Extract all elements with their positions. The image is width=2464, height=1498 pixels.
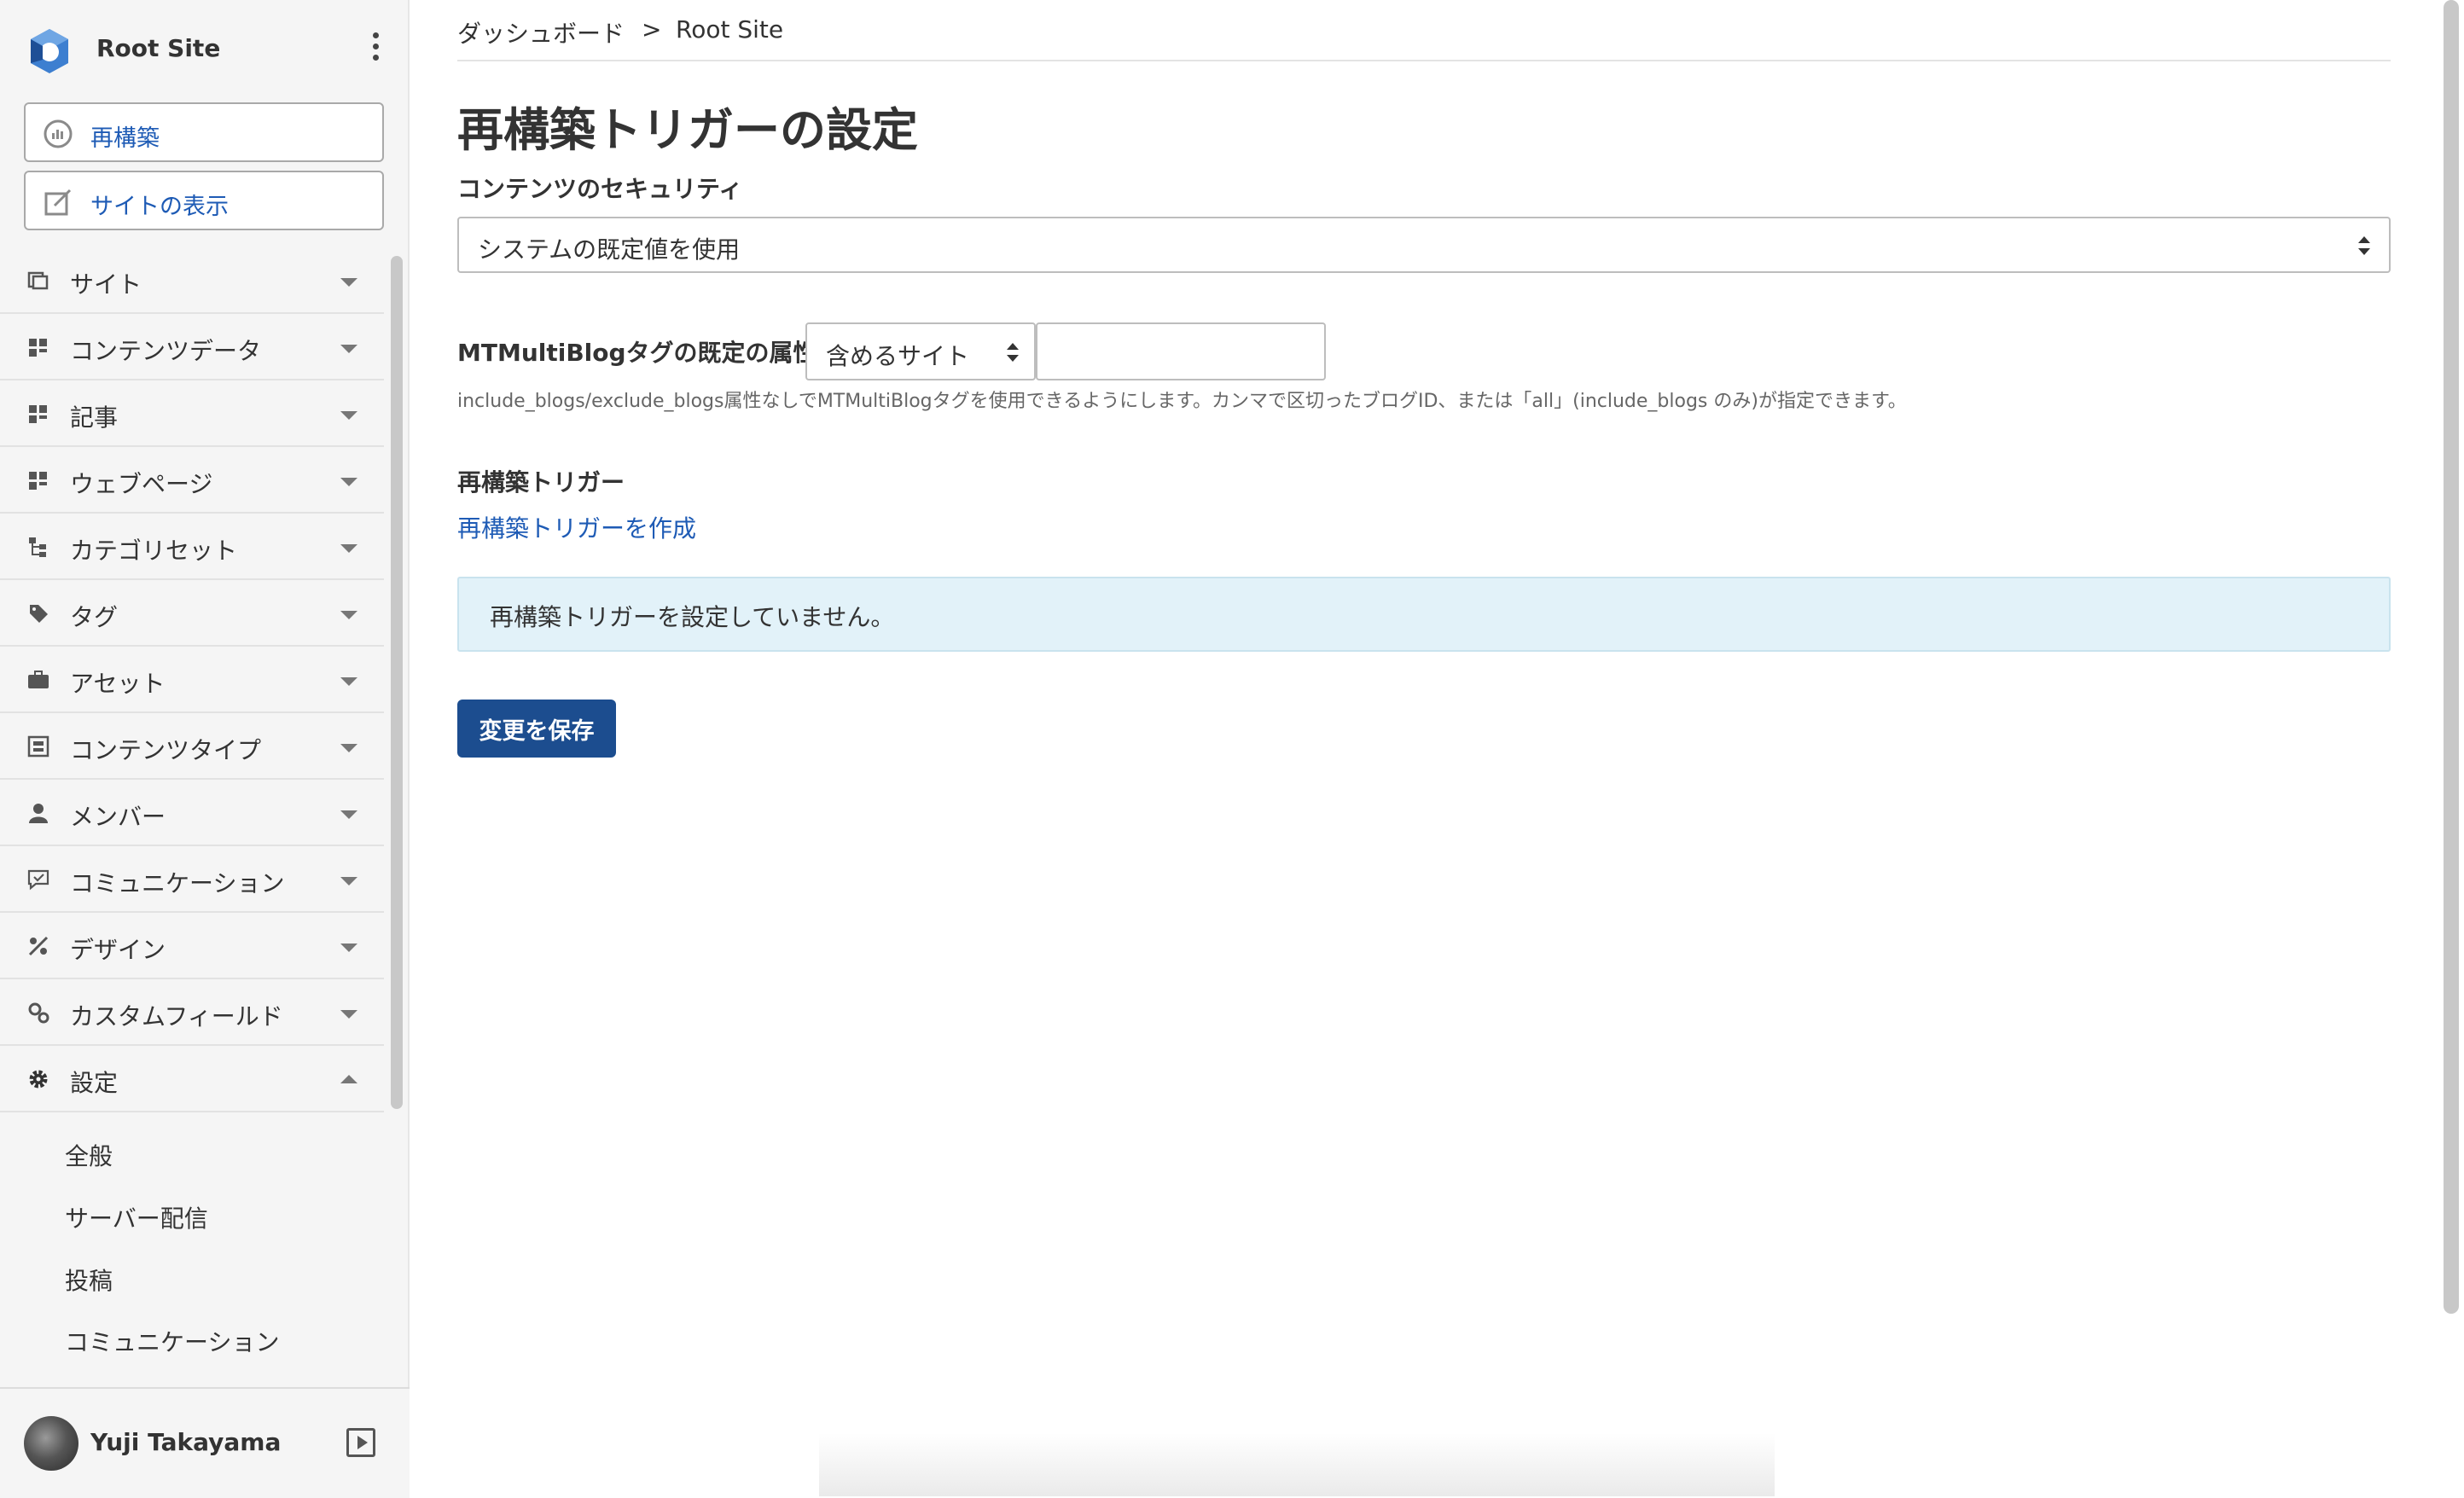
sidebar-item-design[interactable]: デザイン (0, 913, 384, 979)
multiblog-help-text: include_blogs/exclude_blogs属性なしでMTMultiB… (457, 391, 1907, 412)
empty-trigger-info: 再構築トリガーを設定していません。 (457, 577, 2391, 652)
sidebar-item-label: コンテンツタイプ (70, 736, 262, 764)
rebuild-button[interactable]: 再構築 (24, 102, 384, 162)
chevron-down-icon (340, 877, 357, 885)
content-security-label: コンテンツのセキュリティ (457, 175, 743, 203)
more-options-icon[interactable] (369, 32, 382, 70)
sidebar-item-label: 設定 (70, 1069, 119, 1097)
gear-icon (29, 1070, 48, 1089)
breadcrumb: ダッシュボード > Root Site (457, 15, 2391, 61)
sidebar-item-label: ウェブページ (70, 470, 213, 498)
multiblog-label: MTMultiBlogタグの既定の属性: (457, 339, 827, 367)
sidebar-item-label: アセット (70, 670, 166, 698)
chevron-down-icon (340, 944, 357, 952)
site-logo-icon[interactable] (24, 26, 75, 77)
sidebar-item-label: 記事 (70, 404, 119, 432)
sidebar-item-custom-fields[interactable]: カスタムフィールド (0, 979, 384, 1046)
sidebar-item-content-types[interactable]: コンテンツタイプ (0, 713, 384, 780)
content-security-select[interactable]: システムの既定値を使用 (457, 217, 2391, 273)
entries-icon (29, 405, 47, 423)
chevron-down-icon (340, 611, 357, 619)
save-button[interactable]: 変更を保存 (457, 700, 616, 758)
external-edit-icon (44, 189, 72, 216)
sidebar-item-label: コンテンツデータ (70, 337, 262, 365)
sidebar-item-label: サイト (70, 270, 142, 299)
chevron-down-icon (340, 478, 357, 486)
sidebar: Root Site 再構築 サイトの表示 サイト コンテンツデータ 記事 ウェブ… (0, 0, 410, 1498)
main-content: ダッシュボード > Root Site 再構築トリガーの設定 コンテンツのセキュ… (457, 0, 2391, 1496)
pages-icon (29, 472, 47, 490)
sidebar-item-members[interactable]: メンバー (0, 780, 384, 846)
select-arrows-icon (2358, 236, 2370, 255)
multiblog-ids-input[interactable] (1036, 322, 1326, 380)
category-set-icon (29, 537, 46, 557)
chevron-down-icon (340, 744, 357, 752)
chevron-down-icon (340, 677, 357, 686)
breadcrumb-current: Root Site (676, 15, 784, 44)
submenu-item-posting[interactable]: 投稿 (65, 1263, 113, 1297)
site-name[interactable]: Root Site (96, 34, 220, 62)
create-rebuild-trigger-link[interactable]: 再構築トリガーを作成 (457, 510, 696, 544)
sidebar-item-entries[interactable]: 記事 (0, 380, 384, 447)
site-header: Root Site (24, 24, 382, 78)
rebuild-icon (44, 119, 73, 148)
chevron-down-icon (340, 810, 357, 819)
chevron-down-icon (340, 411, 357, 420)
design-icon (28, 936, 49, 956)
bottom-shadow (819, 1433, 1775, 1496)
chevron-down-icon (340, 1010, 357, 1019)
select-arrows-icon (1007, 343, 1019, 362)
chevron-down-icon (340, 544, 357, 553)
page-title: 再構築トリガーの設定 (457, 103, 918, 157)
breadcrumb-separator: > (642, 15, 662, 44)
view-site-button[interactable]: サイトの表示 (24, 171, 384, 230)
sidebar-item-pages[interactable]: ウェブページ (0, 447, 384, 514)
tag-icon (30, 605, 48, 623)
submenu-item-general[interactable]: 全般 (65, 1138, 113, 1172)
sites-icon (27, 271, 49, 290)
chevron-up-icon (340, 1075, 357, 1083)
custom-fields-icon (28, 1002, 49, 1024)
chevron-down-icon (340, 278, 357, 287)
sidebar-item-assets[interactable]: アセット (0, 647, 384, 713)
sidebar-item-label: コミュニケーション (70, 869, 285, 897)
sidebar-item-communication[interactable]: コミュニケーション (0, 846, 384, 913)
submenu-item-communication[interactable]: コミュニケーション (65, 1324, 279, 1358)
sidebar-item-label: メンバー (70, 803, 166, 831)
submenu-item-publishing[interactable]: サーバー配信 (65, 1200, 208, 1234)
empty-trigger-message: 再構築トリガーを設定していません。 (490, 603, 895, 631)
user-footer: Yuji Takayama (0, 1387, 410, 1498)
chevron-down-icon (340, 345, 357, 353)
communication-icon (27, 869, 49, 891)
user-name[interactable]: Yuji Takayama (90, 1428, 281, 1456)
sidebar-item-label: デザイン (70, 936, 166, 964)
content-security-value: システムの既定値を使用 (478, 235, 741, 264)
rebuild-trigger-label: 再構築トリガー (457, 468, 625, 496)
sidebar-item-category-sets[interactable]: カテゴリセット (0, 514, 384, 580)
sidebar-item-label: カテゴリセット (70, 537, 238, 565)
content-data-icon (29, 339, 47, 357)
sidebar-item-label: カスタムフィールド (70, 1002, 283, 1031)
sidebar-item-settings[interactable]: 設定 (0, 1046, 384, 1112)
multiblog-mode-value: 含めるサイト (826, 342, 970, 370)
breadcrumb-dashboard-link[interactable]: ダッシュボード (457, 15, 625, 49)
sidebar-item-label: タグ (70, 603, 119, 631)
view-site-label: サイトの表示 (90, 194, 229, 220)
content-type-icon (27, 735, 49, 758)
rebuild-label: 再構築 (90, 125, 160, 152)
sidebar-item-sites[interactable]: サイト (0, 247, 384, 314)
sidebar-item-content-data[interactable]: コンテンツデータ (0, 314, 384, 380)
sidebar-scrollbar[interactable] (391, 256, 403, 1109)
avatar[interactable] (24, 1416, 78, 1471)
collapse-sidebar-icon[interactable] (346, 1428, 375, 1457)
multiblog-mode-select[interactable]: 含めるサイト (805, 322, 1036, 380)
assets-icon (28, 671, 49, 688)
sidebar-item-tags[interactable]: タグ (0, 580, 384, 647)
page-scrollbar[interactable] (2444, 0, 2459, 1314)
member-icon (29, 804, 48, 823)
sidebar-menu: サイト コンテンツデータ 記事 ウェブページ カテゴリセット タグ アセット コ… (0, 247, 386, 1373)
